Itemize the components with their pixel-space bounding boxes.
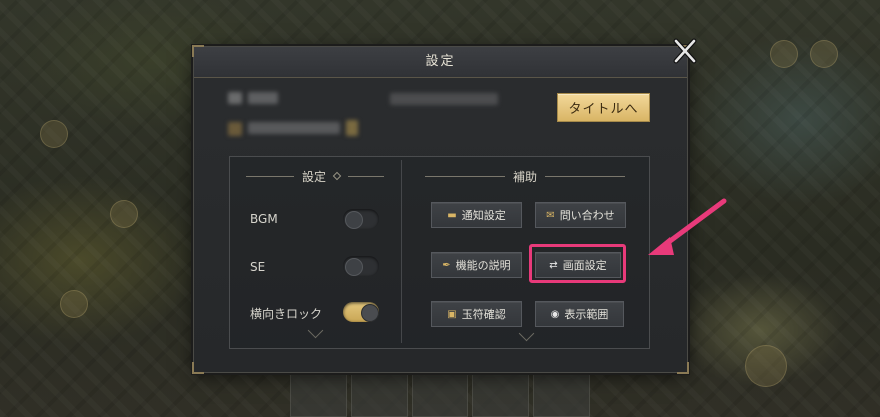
eye-icon: ◉	[550, 308, 560, 320]
account-id-blurred	[390, 93, 498, 105]
dialog-title: 設定	[425, 54, 456, 69]
assist-heading-text: 補助	[512, 169, 537, 184]
card-icon: ▣	[447, 308, 457, 320]
assist-section-heading: 補助	[402, 168, 648, 184]
display-range-button[interactable]: ◉ 表示範囲	[535, 301, 624, 327]
landscape-lock-toggle[interactable]	[343, 302, 379, 322]
talisman-check-button[interactable]: ▣ 玉符確認	[431, 301, 522, 327]
notification-settings-button[interactable]: ▬ 通知設定	[431, 202, 522, 228]
se-toggle[interactable]	[343, 256, 379, 276]
to-title-button[interactable]: タイトルへ	[557, 93, 650, 122]
account-icon-blurred	[228, 92, 242, 104]
talisman-check-label: 玉符確認	[461, 308, 506, 321]
display-range-label: 表示範囲	[564, 308, 609, 321]
dialog-header: 設定	[194, 47, 687, 78]
settings-section-heading: 設定	[229, 168, 401, 184]
map-marker	[745, 345, 787, 387]
map-marker	[770, 40, 798, 68]
contact-button[interactable]: ✉ 問い合わせ	[535, 202, 626, 228]
settings-heading-text: 設定	[301, 169, 326, 184]
account-name-blurred	[248, 92, 278, 104]
chat-bubble-icon: ▬	[447, 209, 457, 221]
landscape-lock-label: 横向きロック	[250, 307, 323, 321]
notification-settings-label: 通知設定	[461, 209, 506, 222]
diamond-ornament-icon	[332, 171, 342, 181]
map-marker	[810, 40, 838, 68]
account-info-blurred	[248, 122, 340, 134]
close-x-icon	[673, 38, 697, 64]
corner-ornament	[192, 362, 204, 374]
annotation-arrow-icon	[648, 198, 727, 255]
bottom-unit-bar	[290, 371, 590, 417]
contact-label: 問い合わせ	[559, 209, 615, 222]
toggle-knob	[345, 258, 363, 276]
account-badge-blurred	[228, 122, 242, 136]
bgm-toggle[interactable]	[343, 209, 379, 229]
envelope-icon: ✉	[546, 209, 555, 221]
panel-divider	[401, 160, 402, 343]
corner-ornament	[677, 362, 689, 374]
se-label: SE	[250, 260, 266, 274]
account-rank-blurred	[346, 120, 358, 136]
map-marker	[110, 200, 138, 228]
close-icon[interactable]	[670, 36, 700, 66]
toggle-knob	[361, 304, 379, 322]
toggle-knob	[345, 211, 363, 229]
map-marker	[60, 290, 88, 318]
map-marker	[40, 120, 68, 148]
annotation-highlight-box	[529, 244, 626, 283]
quill-icon: ✒	[442, 259, 451, 271]
feature-guide-button[interactable]: ✒ 機能の説明	[431, 252, 522, 278]
corner-ornament	[192, 45, 204, 57]
feature-guide-label: 機能の説明	[455, 259, 511, 272]
bgm-label: BGM	[250, 212, 278, 226]
